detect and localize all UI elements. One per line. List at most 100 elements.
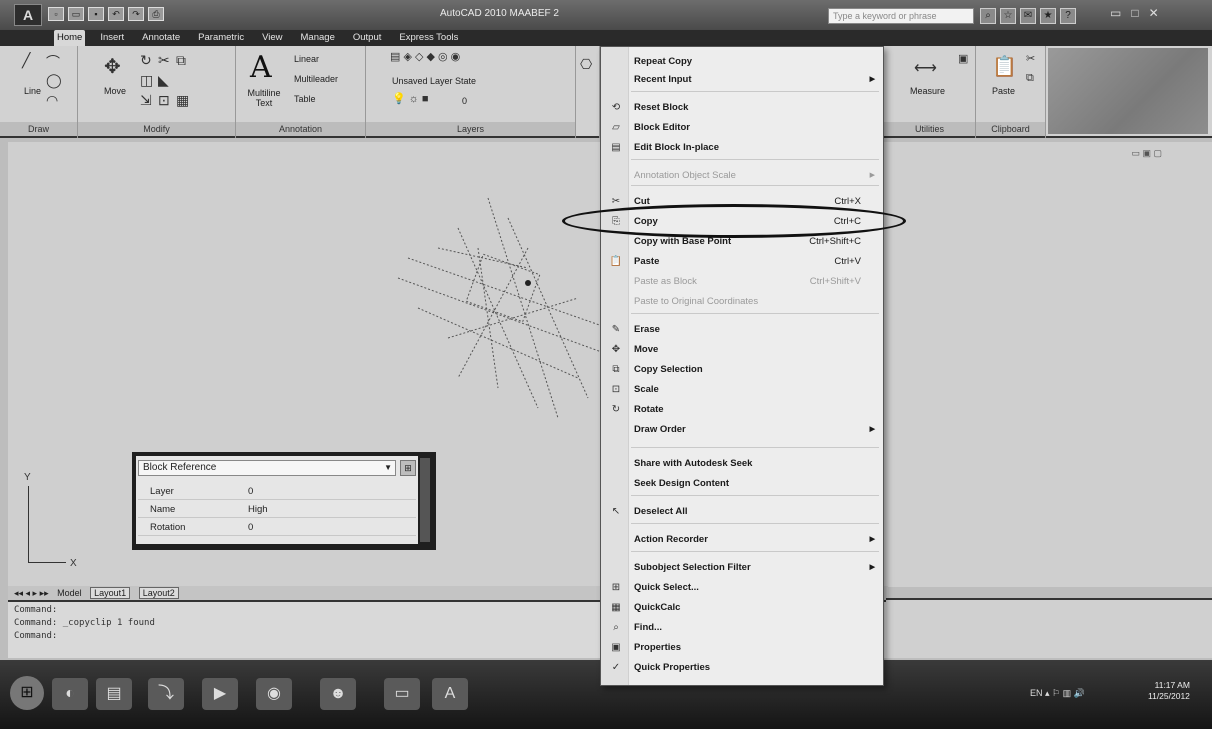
property-row-name[interactable]: Name High — [138, 502, 416, 518]
layer-status-icons[interactable]: 💡 ☼ ■ — [392, 92, 429, 105]
viewport-controls[interactable]: ▭ ▣ ▢ — [1131, 148, 1162, 159]
menu-item-subobject-selection-filter[interactable]: Subobject Selection Filter ▶ — [601, 559, 883, 577]
menu-item-repeat-copy[interactable]: Repeat Copy — [601, 53, 883, 71]
subscription-icon[interactable]: ☆ — [1000, 8, 1016, 24]
multiline-text-icon[interactable]: A — [250, 50, 272, 85]
tab-layout2[interactable]: Layout2 — [138, 587, 179, 599]
tab-parametric[interactable]: Parametric — [195, 30, 247, 46]
insert-icon[interactable]: ⎔ — [580, 56, 592, 73]
current-layer-value[interactable]: 0 — [462, 96, 467, 106]
user-app-icon[interactable]: ☻ — [320, 678, 356, 710]
menu-item-properties[interactable]: ▣ Properties — [601, 639, 883, 657]
menu-item-paste-to-original-coordinates[interactable]: Paste to Original Coordinates — [601, 293, 883, 311]
menu-item-copy-selection[interactable]: ⧉ Copy Selection — [601, 361, 883, 379]
menu-item-erase[interactable]: ✎ Erase — [601, 321, 883, 339]
multiline-text-label[interactable]: Multiline Text — [242, 88, 286, 108]
menu-item-block-editor[interactable]: ▱ Block Editor — [601, 119, 883, 137]
undo-icon[interactable]: ↶ — [108, 7, 124, 21]
fillet-icon[interactable]: ◣ — [158, 72, 169, 89]
utilities-small-icons[interactable]: ▣ — [958, 52, 968, 65]
grip-icon[interactable] — [525, 280, 531, 286]
search-input[interactable]: Type a keyword or phrase — [828, 8, 974, 24]
autocad-taskbar-icon[interactable]: A — [432, 678, 468, 710]
object-type-dropdown[interactable]: Block Reference ▼ — [138, 460, 396, 476]
panel-label-modify[interactable]: Modify — [78, 122, 235, 136]
arc-icon[interactable]: ◠ — [46, 92, 58, 109]
menu-item-find[interactable]: ⌕ Find... — [601, 619, 883, 637]
panel-label-draw[interactable]: Draw — [0, 122, 77, 136]
tab-view[interactable]: View — [259, 30, 285, 46]
panel-label-clipboard[interactable]: Clipboard — [976, 122, 1045, 136]
maximize-button[interactable]: □ — [1131, 6, 1138, 20]
application-menu-button[interactable]: A — [14, 4, 42, 26]
measure-label[interactable]: Measure — [910, 86, 945, 96]
menu-item-scale[interactable]: ⊡ Scale — [601, 381, 883, 399]
panel-scrollbar[interactable] — [420, 458, 430, 542]
tab-home[interactable]: Home — [54, 30, 86, 46]
menu-item-share-with-autodesk-seek[interactable]: Share with Autodesk Seek — [601, 455, 883, 473]
close-button[interactable]: ✕ — [1149, 6, 1159, 20]
app-icon[interactable]: ⤵ — [148, 678, 184, 710]
open-icon[interactable]: ▭ — [68, 7, 84, 21]
system-tray-icons[interactable]: EN ▴ ⚐ ▥ 🔊 — [1030, 688, 1085, 699]
copy-tool-icon[interactable]: ⧉ — [176, 52, 186, 69]
rotate-icon[interactable]: ↻ — [140, 52, 152, 69]
menu-item-reset-block[interactable]: ⟲ Reset Block — [601, 99, 883, 117]
media-player-icon[interactable]: ▶ — [202, 678, 238, 710]
menu-item-recent-input[interactable]: Recent Input ▶ — [601, 71, 883, 89]
array-icon[interactable]: ▦ — [176, 92, 189, 109]
linear-dimension-button[interactable]: Linear — [294, 54, 319, 64]
cut-small-icon[interactable]: ✂ — [1026, 52, 1035, 65]
tab-layout1[interactable]: Layout1 — [90, 587, 131, 599]
help-icon[interactable]: ? — [1060, 8, 1076, 24]
menu-item-seek-design-content[interactable]: Seek Design Content — [601, 475, 883, 493]
panel-label-annotation[interactable]: Annotation — [236, 122, 365, 136]
menu-item-paste-as-block[interactable]: Paste as Block Ctrl+Shift+V — [601, 273, 883, 291]
system-clock[interactable]: 11:17 AM 11/25/2012 — [1148, 680, 1190, 702]
tab-express-tools[interactable]: Express Tools — [396, 30, 461, 46]
menu-item-deselect-all[interactable]: ↖ Deselect All — [601, 503, 883, 521]
trim-icon[interactable]: ✂ — [158, 52, 170, 69]
menu-item-quick-properties[interactable]: ✓ Quick Properties — [601, 659, 883, 677]
panel-label-utilities[interactable]: Utilities — [884, 122, 975, 136]
paste-icon[interactable]: 📋 — [992, 54, 1017, 79]
explorer-icon[interactable]: ▤ — [96, 678, 132, 710]
property-row-layer[interactable]: Layer 0 — [138, 484, 416, 500]
favorites-icon[interactable]: ★ — [1040, 8, 1056, 24]
browser-icon[interactable]: ◐ — [52, 678, 88, 710]
menu-item-quickcalc[interactable]: ▦ QuickCalc — [601, 599, 883, 617]
menu-item-draw-order[interactable]: Draw Order ▶ — [601, 421, 883, 439]
paste-label[interactable]: Paste — [992, 86, 1015, 96]
menu-item-edit-block-in-place[interactable]: ▤ Edit Block In-place — [601, 139, 883, 157]
measure-icon[interactable]: ⟷ — [914, 58, 937, 78]
search-icon[interactable]: ⌕ — [980, 8, 996, 24]
save-icon[interactable]: ▪ — [88, 7, 104, 21]
menu-item-quick-select[interactable]: ⊞ Quick Select... — [601, 579, 883, 597]
tab-insert[interactable]: Insert — [97, 30, 127, 46]
plot-icon[interactable]: ⎙ — [148, 7, 164, 21]
property-row-rotation[interactable]: Rotation 0 — [138, 520, 416, 536]
document-app-icon[interactable]: ▭ — [384, 678, 420, 710]
redo-icon[interactable]: ↷ — [128, 7, 144, 21]
mirror-icon[interactable]: ◫ — [140, 72, 153, 89]
communication-icon[interactable]: ✉ — [1020, 8, 1036, 24]
photo-app-icon[interactable]: ◉ — [256, 678, 292, 710]
menu-item-action-recorder[interactable]: Action Recorder ▶ — [601, 531, 883, 549]
property-value[interactable]: 0 — [248, 484, 253, 500]
layout-nav-arrows[interactable]: ◂◂ ◂ ▸ ▸▸ — [14, 588, 49, 598]
tab-manage[interactable]: Manage — [298, 30, 338, 46]
new-icon[interactable]: ▫ — [48, 7, 64, 21]
menu-item-annotation-object-scale[interactable]: Annotation Object Scale ▶ — [601, 167, 883, 185]
tab-annotate[interactable]: Annotate — [139, 30, 183, 46]
multileader-button[interactable]: Multileader — [294, 74, 338, 84]
line-icon[interactable]: ╱ — [22, 52, 30, 69]
copy-small-icon[interactable]: ⧉ — [1026, 72, 1034, 85]
tab-model[interactable]: Model — [57, 588, 82, 598]
tab-output[interactable]: Output — [350, 30, 385, 46]
polyline-icon[interactable]: ⌒ — [46, 52, 60, 72]
start-button[interactable]: ⊞ — [10, 676, 44, 710]
menu-item-paste[interactable]: 📋 Paste Ctrl+V — [601, 253, 883, 271]
table-button[interactable]: Table — [294, 94, 316, 104]
panel-label-layers[interactable]: Layers — [366, 122, 575, 136]
menu-item-rotate[interactable]: ↻ Rotate — [601, 401, 883, 419]
